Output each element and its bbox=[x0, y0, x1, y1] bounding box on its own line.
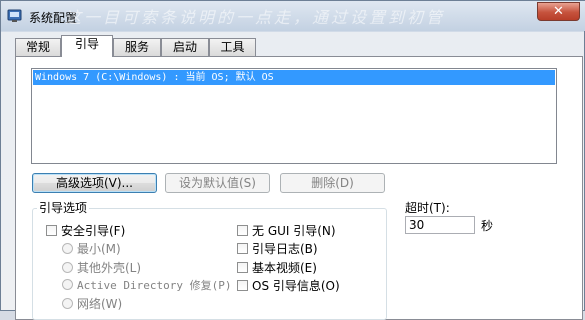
os-boot-info-label: OS 引导信息(O) bbox=[252, 279, 340, 293]
minimal-label: 最小(M) bbox=[77, 242, 121, 256]
ad-repair-radio[interactable]: Active Directory 修复(P) bbox=[62, 277, 231, 293]
os-list[interactable]: Windows 7 (C:\Windows) : 当前 OS; 默认 OS bbox=[31, 68, 557, 164]
boot-log-checkbox[interactable]: 引导日志(B) bbox=[237, 240, 318, 257]
radio-circle[interactable] bbox=[62, 279, 73, 290]
network-label: 网络(W) bbox=[77, 297, 123, 311]
checkbox-box[interactable] bbox=[237, 243, 248, 254]
network-radio[interactable]: 网络(W) bbox=[62, 295, 122, 312]
os-list-item[interactable]: Windows 7 (C:\Windows) : 当前 OS; 默认 OS bbox=[33, 70, 555, 85]
minimal-radio[interactable]: 最小(M) bbox=[62, 240, 121, 257]
tab-general[interactable]: 常规 bbox=[15, 38, 61, 56]
os-boot-info-checkbox[interactable]: OS 引导信息(O) bbox=[237, 277, 340, 294]
timeout-unit: 秒 bbox=[481, 219, 494, 233]
safe-boot-checkbox[interactable]: 安全引导(F) bbox=[46, 222, 125, 239]
radio-circle[interactable] bbox=[62, 243, 73, 254]
checkbox-box[interactable] bbox=[237, 225, 248, 236]
radio-circle[interactable] bbox=[62, 298, 73, 309]
tab-tools[interactable]: 工具 bbox=[209, 38, 256, 56]
checkbox-box[interactable] bbox=[237, 262, 248, 273]
radio-circle[interactable] bbox=[62, 262, 73, 273]
delete-button[interactable]: 删除(D) bbox=[280, 173, 385, 193]
safe-boot-label: 安全引导(F) bbox=[61, 224, 126, 238]
tab-startup[interactable]: 启动 bbox=[161, 38, 209, 56]
close-icon: ✕ bbox=[553, 4, 564, 19]
tab-services[interactable]: 服务 bbox=[113, 38, 161, 56]
timeout-label: 超时(T): bbox=[405, 201, 450, 215]
watermark-text: 这一目可索条说明的一点走，通过设置到初管 bbox=[65, 8, 446, 27]
checkbox-box[interactable] bbox=[237, 280, 248, 291]
alternate-shell-label: 其他外壳(L) bbox=[77, 261, 142, 275]
boot-log-label: 引导日志(B) bbox=[252, 242, 318, 256]
ad-repair-label: Active Directory 修复(P) bbox=[77, 279, 232, 292]
system-config-window: 系统配置 这一目可索条说明的一点走，通过设置到初管 ✕ 常规 引导 服务 启动 … bbox=[0, 0, 585, 320]
system-config-icon bbox=[7, 9, 22, 22]
close-button[interactable]: ✕ bbox=[537, 2, 580, 21]
set-default-button[interactable]: 设为默认值(S) bbox=[165, 173, 270, 193]
boot-options-title: 引导选项 bbox=[37, 199, 90, 216]
alternate-shell-radio[interactable]: 其他外壳(L) bbox=[62, 259, 141, 276]
timeout-input[interactable]: 30 bbox=[405, 216, 475, 234]
tab-boot[interactable]: 引导 bbox=[61, 35, 113, 57]
no-gui-boot-label: 无 GUI 引导(N) bbox=[252, 224, 336, 238]
checkbox-box[interactable] bbox=[46, 225, 57, 236]
base-video-checkbox[interactable]: 基本视频(E) bbox=[237, 259, 317, 276]
base-video-label: 基本视频(E) bbox=[252, 261, 317, 275]
advanced-options-button[interactable]: 高级选项(V)... bbox=[32, 173, 157, 193]
title-bar[interactable]: 系统配置 这一目可索条说明的一点走，通过设置到初管 ✕ bbox=[1, 1, 585, 31]
no-gui-boot-checkbox[interactable]: 无 GUI 引导(N) bbox=[237, 222, 336, 239]
